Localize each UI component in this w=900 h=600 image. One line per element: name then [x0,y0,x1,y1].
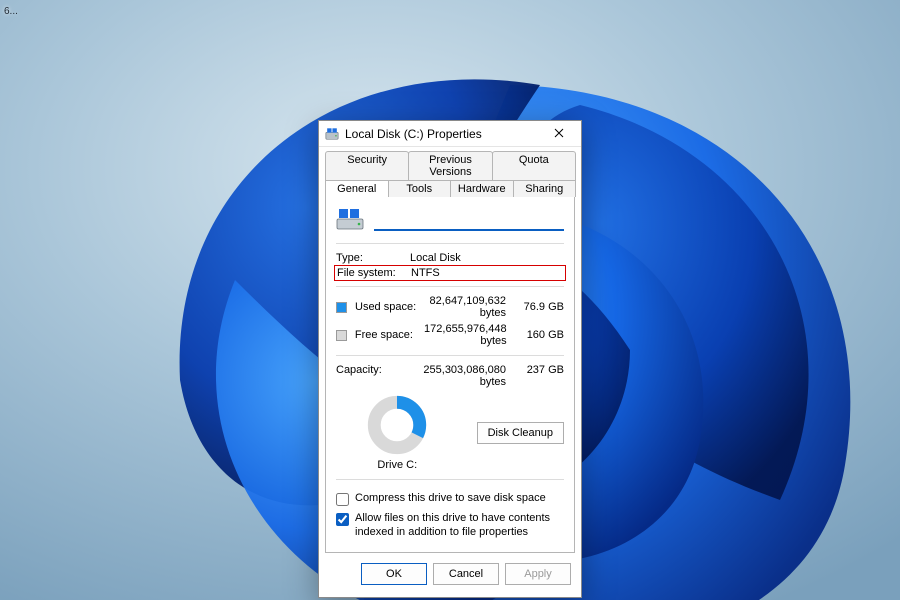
drive-icon [336,207,364,231]
disk-cleanup-button[interactable]: Disk Cleanup [477,422,564,444]
used-human: 76.9 GB [516,301,564,313]
capacity-human: 237 GB [516,364,564,388]
dialog-footer: OK Cancel Apply [319,553,581,597]
compress-option[interactable]: Compress this drive to save disk space [336,492,564,506]
tab-quota[interactable]: Quota [492,151,576,180]
free-swatch [336,330,347,341]
close-icon [554,126,564,141]
tab-sharing[interactable]: Sharing [513,180,577,197]
titlebar[interactable]: Local Disk (C:) Properties [319,121,581,147]
index-label: Allow files on this drive to have conten… [355,512,564,540]
used-swatch [336,302,347,313]
drive-name-input[interactable] [374,211,564,231]
divider [336,286,564,287]
filesystem-row: File system: NTFS [334,265,566,281]
tab-panel-general: Type: Local Disk File system: NTFS Used … [325,196,575,553]
filesystem-label: File system: [337,267,403,279]
dialog-title: Local Disk (C:) Properties [345,127,537,141]
type-row: Type: Local Disk [336,250,564,266]
close-button[interactable] [543,121,575,146]
free-human: 160 GB [517,329,564,341]
ok-button[interactable]: OK [361,563,427,585]
index-checkbox[interactable] [336,513,349,526]
properties-dialog: Local Disk (C:) Properties Security Prev… [318,120,582,598]
type-value: Local Disk [410,252,461,264]
cancel-button[interactable]: Cancel [433,563,499,585]
used-bytes: 82,647,109,632 bytes [425,295,508,319]
free-space-row: Free space: 172,655,976,448 bytes 160 GB [336,321,564,349]
free-bytes: 172,655,976,448 bytes [424,323,509,347]
tab-tools[interactable]: Tools [388,180,452,197]
disk-icon [325,127,339,141]
tab-general[interactable]: General [325,180,389,197]
usage-donut-chart [367,395,427,455]
tab-previous-versions[interactable]: Previous Versions [408,151,492,180]
divider [336,243,564,244]
used-label: Used space: [355,301,417,313]
divider [336,355,564,356]
used-space-row: Used space: 82,647,109,632 bytes 76.9 GB [336,293,564,321]
tab-hardware[interactable]: Hardware [450,180,514,197]
capacity-bytes: 255,303,086,080 bytes [417,364,508,388]
apply-button[interactable]: Apply [505,563,571,585]
tab-strip: Security Previous Versions Quota General… [319,147,581,553]
type-label: Type: [336,252,402,264]
tab-security[interactable]: Security [325,151,409,180]
filesystem-value: NTFS [411,267,440,279]
divider [336,479,564,480]
capacity-row: Capacity: 255,303,086,080 bytes 237 GB [336,362,564,390]
capacity-label: Capacity: [336,364,409,388]
index-option[interactable]: Allow files on this drive to have conten… [336,512,564,540]
compress-label: Compress this drive to save disk space [355,492,546,506]
desktop-icon-truncated[interactable]: 6... [4,6,18,17]
drive-caption: Drive C: [377,459,417,471]
free-label: Free space: [355,329,416,341]
compress-checkbox[interactable] [336,493,349,506]
